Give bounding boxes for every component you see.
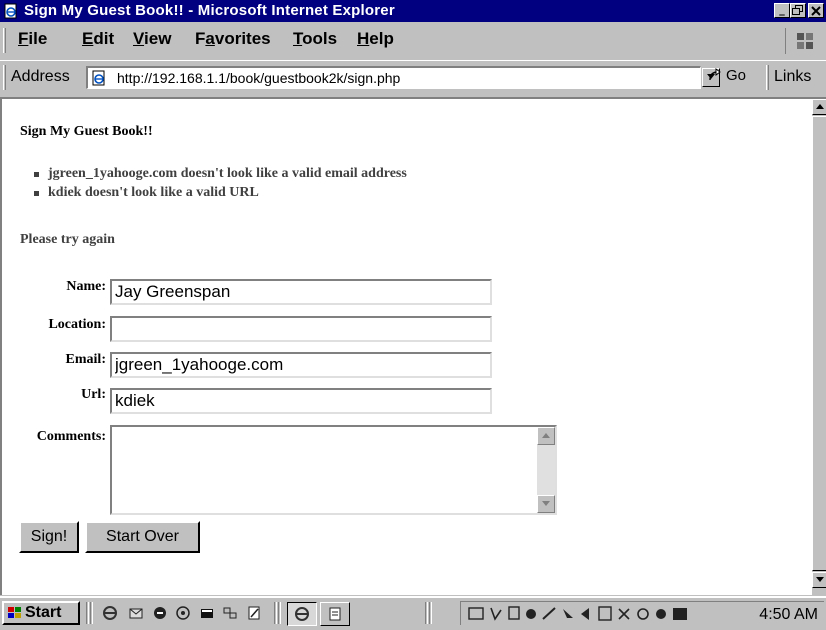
document-icon	[329, 607, 341, 621]
chevron-up-icon	[542, 433, 550, 438]
network-icon[interactable]	[222, 605, 238, 621]
close-button[interactable]	[808, 3, 824, 18]
taskbar-ie-window[interactable]	[287, 602, 317, 626]
start-button[interactable]: Start	[2, 601, 80, 625]
name-label: Name:	[66, 279, 106, 294]
email-label: Email:	[65, 352, 106, 367]
windows-logo-icon	[785, 28, 823, 54]
retry-message: Please try again	[20, 232, 115, 247]
comments-textarea[interactable]	[110, 425, 557, 515]
menu-bar: File Edit View Favorites Tools Help	[0, 25, 826, 55]
email-field[interactable]	[110, 352, 492, 378]
outlook-express-icon[interactable]	[128, 605, 144, 621]
system-tray: 4:50 AM	[460, 601, 824, 625]
address-bar: Address http://192.168.1.1/book/guestboo…	[0, 60, 826, 92]
start-over-button[interactable]: Start Over	[85, 521, 200, 553]
bullet-icon	[34, 172, 39, 177]
taskbar-separator	[278, 602, 281, 624]
address-input[interactable]: http://192.168.1.1/book/guestbook2k/sign…	[86, 66, 701, 89]
taskbar-separator	[86, 602, 89, 624]
maximize-button[interactable]	[790, 3, 806, 18]
desktop-icon[interactable]	[175, 605, 191, 621]
comments-scrollbar[interactable]	[537, 427, 555, 513]
scroll-thumb[interactable]	[812, 116, 826, 571]
menu-edit[interactable]: Edit	[82, 29, 114, 49]
error-list: jgreen_1yahooge.com doesn't look like a …	[34, 166, 407, 204]
menu-tools[interactable]: Tools	[293, 29, 337, 49]
name-field[interactable]	[110, 279, 492, 305]
list-item: kdiek doesn't look like a valid URL	[34, 185, 407, 204]
scroll-up-button[interactable]	[812, 99, 826, 115]
internet-explorer-icon[interactable]	[102, 605, 118, 621]
go-label: Go	[726, 67, 747, 84]
chevron-up-icon	[816, 104, 824, 109]
bullet-icon	[34, 191, 39, 196]
taskbar: Start 4:50 AM	[0, 596, 826, 626]
location-field[interactable]	[110, 316, 492, 342]
window-title: Sign My Guest Book!! - Microsoft Interne…	[24, 2, 395, 19]
address-url[interactable]: http://192.168.1.1/book/guestbook2k/sign…	[117, 70, 400, 86]
location-label: Location:	[48, 317, 106, 332]
address-bar-grip[interactable]	[3, 65, 6, 90]
scroll-up-button[interactable]	[537, 427, 555, 445]
notepad-icon[interactable]	[246, 605, 262, 621]
chevron-down-icon	[816, 577, 824, 582]
show-desktop-icon[interactable]	[199, 605, 215, 621]
minimize-button[interactable]: _	[774, 3, 790, 18]
url-label: Url:	[81, 387, 106, 402]
title-bar: Sign My Guest Book!! - Microsoft Interne…	[0, 0, 826, 22]
ie-page-icon	[92, 70, 105, 86]
taskbar-clock[interactable]: 4:50 AM	[759, 606, 818, 624]
scroll-down-button[interactable]	[537, 495, 555, 513]
scroll-down-button[interactable]	[812, 572, 826, 588]
taskbar-separator	[274, 602, 277, 624]
page-scrollbar[interactable]	[812, 99, 826, 595]
channels-icon[interactable]	[152, 605, 168, 621]
taskbar-app-window[interactable]	[320, 602, 350, 626]
content-pane: Sign My Guest Book!! jgreen_1yahooge.com…	[0, 97, 826, 595]
windows-flag-icon	[8, 607, 21, 618]
browser-window: Sign My Guest Book!! - Microsoft Interne…	[0, 0, 826, 626]
links-button[interactable]: Links	[774, 68, 811, 86]
tray-icons[interactable]	[467, 604, 729, 624]
toolbar-grip[interactable]	[3, 28, 6, 53]
comments-label: Comments:	[36, 429, 106, 444]
taskbar-separator	[90, 602, 93, 624]
ie-page-icon	[4, 3, 17, 19]
taskbar-separator	[425, 602, 428, 624]
chevron-down-icon	[542, 501, 550, 506]
internet-explorer-icon	[295, 607, 309, 621]
menu-favorites[interactable]: Favorites	[195, 29, 271, 49]
restore-icon	[792, 5, 803, 15]
go-arrow-icon	[709, 68, 721, 81]
url-field[interactable]	[110, 388, 492, 414]
list-item: jgreen_1yahooge.com doesn't look like a …	[34, 166, 407, 185]
page-title: Sign My Guest Book!!	[20, 124, 153, 139]
links-grip[interactable]	[766, 65, 769, 90]
close-icon	[811, 6, 821, 16]
menu-help[interactable]: Help	[357, 29, 394, 49]
sign-button[interactable]: Sign!	[19, 521, 79, 553]
menu-file[interactable]: File	[18, 29, 47, 49]
taskbar-separator	[429, 602, 432, 624]
web-page: Sign My Guest Book!! jgreen_1yahooge.com…	[2, 99, 810, 595]
menu-view[interactable]: View	[133, 29, 171, 49]
go-button[interactable]: Go	[707, 67, 746, 89]
start-label: Start	[25, 604, 62, 621]
address-label: Address	[11, 68, 70, 85]
